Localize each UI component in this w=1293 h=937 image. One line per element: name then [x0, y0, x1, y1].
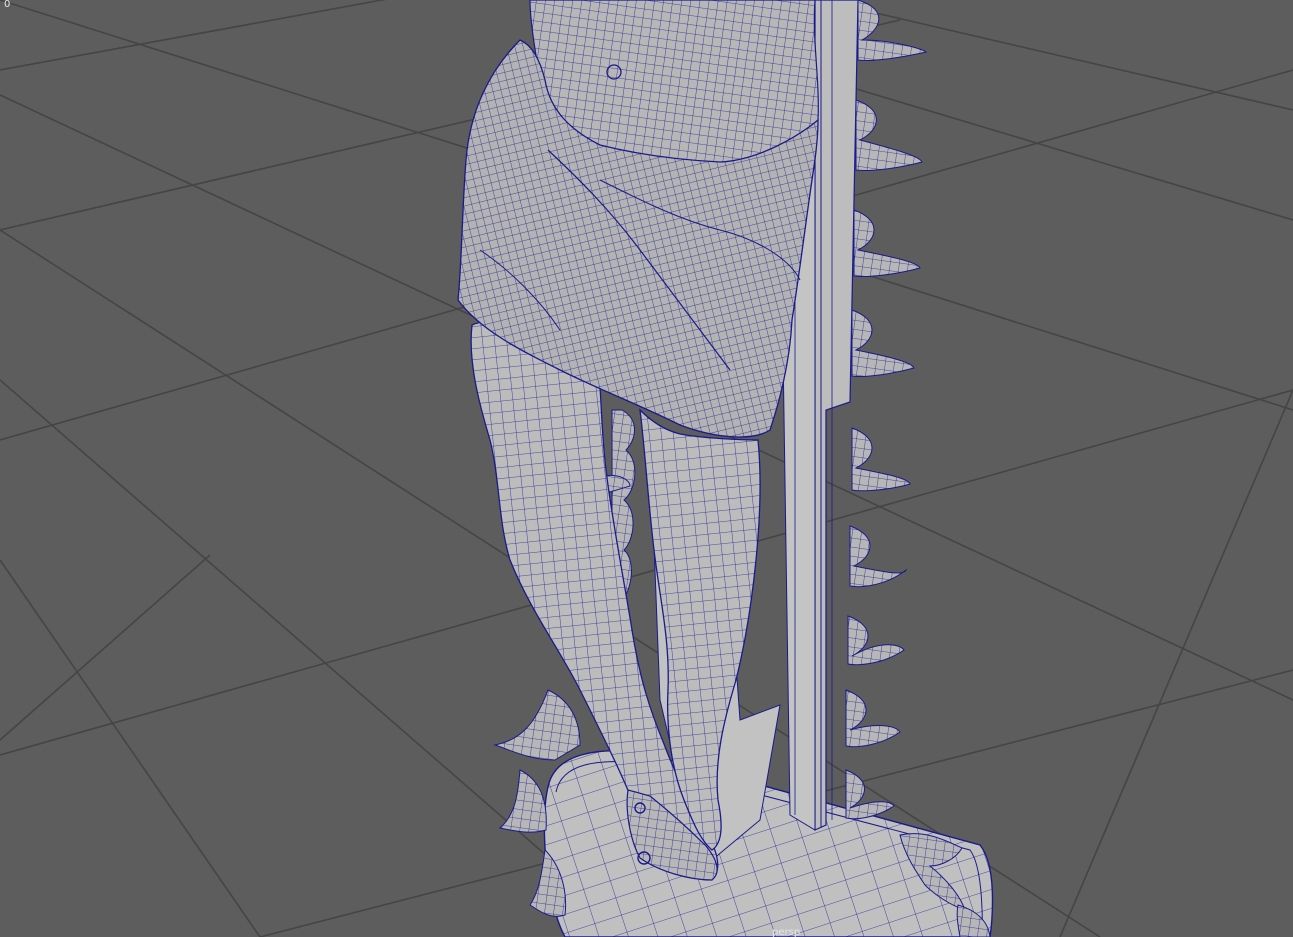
viewport-canvas[interactable] [0, 0, 1293, 937]
frame-counter: 0 [4, 0, 11, 10]
camera-label: persp [772, 927, 801, 937]
maya-viewport[interactable]: 0 persp [0, 0, 1293, 937]
ornament-right [845, 0, 928, 820]
